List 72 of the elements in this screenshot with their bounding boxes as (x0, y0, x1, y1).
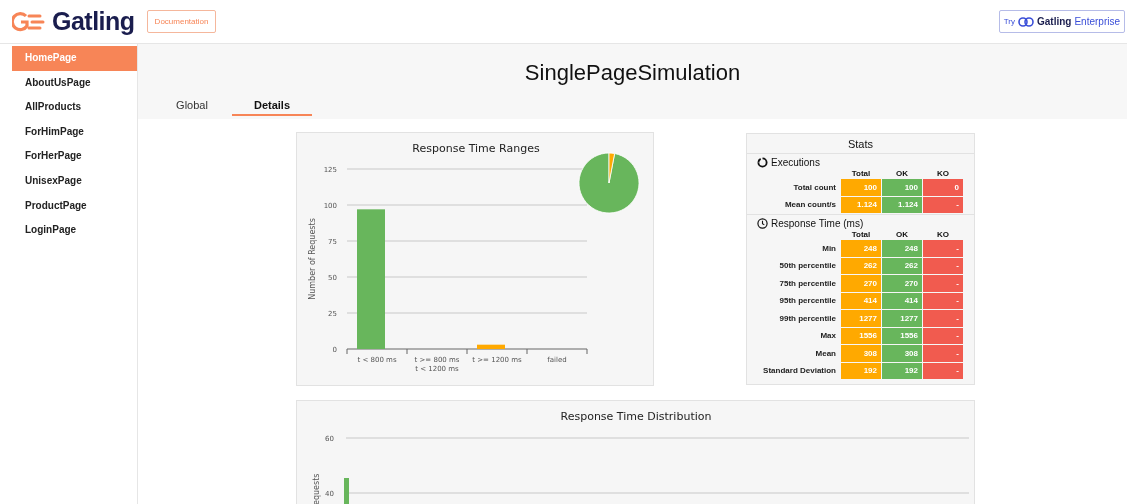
sidebar-item[interactable]: ForHerPage (12, 144, 137, 169)
ok-cell: 100 (882, 179, 922, 196)
total-cell: 248 (841, 240, 881, 257)
ok-cell: 270 (882, 275, 922, 292)
chart-title: Response Time Distribution (560, 410, 712, 423)
refresh-icon (757, 157, 768, 168)
ko-cell: - (923, 327, 963, 344)
sidebar-item[interactable]: AboutUsPage (12, 70, 137, 96)
row-label: Mean (815, 348, 836, 358)
ok-cell: 1277 (882, 310, 922, 327)
bar (344, 478, 349, 504)
ko-cell: 0 (923, 179, 963, 196)
sidebar-item[interactable]: UnisexPage (12, 168, 137, 194)
ko-cell: - (923, 257, 963, 274)
total-cell: 192 (841, 362, 881, 379)
ok-cell: 1.124 (882, 196, 922, 213)
total-cell: 414 (841, 292, 881, 309)
section-heading: Executions (771, 157, 820, 168)
total-cell: 100 (841, 179, 881, 196)
ok-cell: 262 (882, 257, 922, 274)
simulation-title: SinglePageSimulation (523, 60, 742, 86)
ko-cell: - (923, 275, 963, 292)
column-header: KO (937, 169, 949, 178)
total-cell: 1277 (841, 310, 881, 327)
row-label: 50th percentile (779, 261, 836, 271)
row-label: 99th percentile (779, 313, 836, 323)
y-axis-label: Number of Requests (308, 218, 317, 300)
ok-cell: 248 (882, 240, 922, 257)
sidebar-item[interactable]: AllProducts (12, 95, 137, 120)
column-header: Total (851, 169, 871, 178)
tab[interactable]: Global (152, 99, 232, 116)
total-cell: 262 (841, 257, 881, 274)
ko-cell: - (923, 362, 963, 379)
sidebar-item[interactable]: ProductPage (12, 193, 137, 219)
total-cell: 1556 (841, 327, 881, 344)
stats-title: Stats (747, 134, 974, 154)
ko-cell: - (923, 240, 963, 257)
ko-cell: - (923, 310, 963, 327)
clock-icon (757, 218, 768, 229)
row-label: 95th percentile (779, 296, 836, 306)
ko-cell: - (923, 196, 963, 213)
section-heading: Response Time (ms) (771, 218, 864, 229)
y-axis-label: equests (312, 473, 321, 504)
row-label: Min (822, 243, 836, 253)
column-header: OK (896, 230, 908, 239)
ko-cell: - (923, 292, 963, 309)
gatling-logo-icon (12, 11, 46, 32)
ko-cell: - (923, 345, 963, 362)
pie-chart (578, 152, 640, 214)
ok-cell: 1556 (882, 327, 922, 344)
ok-cell: 308 (882, 345, 922, 362)
sidebar-item[interactable]: LoginPage (12, 218, 137, 243)
column-header: Total (851, 230, 871, 239)
row-label: Standard Deviation (763, 366, 836, 376)
rings-logo-icon (1017, 16, 1034, 27)
sidebar-item[interactable]: ForHimPage (12, 119, 137, 145)
chart-title: Response Time Ranges (412, 142, 540, 155)
column-header: KO (937, 230, 949, 239)
column-header: OK (896, 169, 908, 178)
enterprise-button[interactable]: Try Gatling Enterprise (998, 10, 1125, 33)
row-label: Max (820, 331, 836, 341)
ok-cell: 192 (882, 362, 922, 379)
logo-text: Gatling (52, 7, 135, 36)
row-label: 75th percentile (779, 278, 836, 288)
row-label: Total count (793, 182, 836, 192)
total-cell: 270 (841, 275, 881, 292)
total-cell: 1.124 (841, 196, 881, 213)
total-cell: 308 (841, 345, 881, 362)
row-label: Mean count/s (784, 200, 836, 210)
tab[interactable]: Details (232, 99, 312, 116)
ok-cell: 414 (882, 292, 922, 309)
bar (477, 344, 505, 349)
